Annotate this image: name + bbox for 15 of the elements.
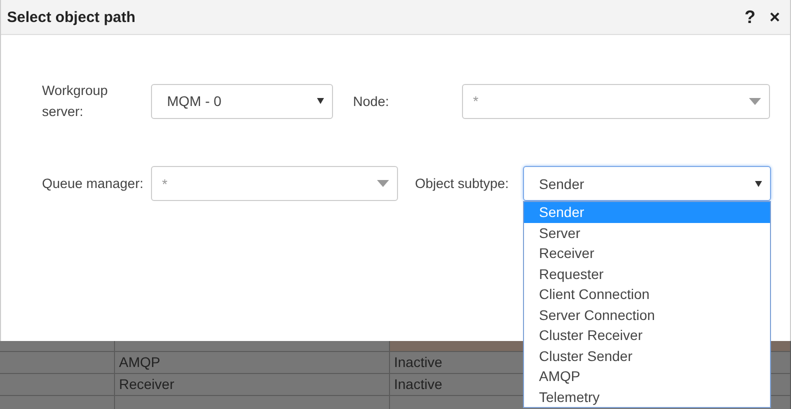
table-cell: Receiver: [115, 374, 390, 395]
field-label: Object subtype:: [415, 175, 510, 193]
table-cell: AMQP: [115, 352, 390, 373]
field-label: Queue manager:: [42, 175, 144, 193]
caret-icon: [749, 98, 761, 104]
field-label: Workgroup server:: [42, 82, 109, 121]
close-button[interactable]: ×: [765, 6, 784, 28]
dialog-title: Select object path: [7, 8, 136, 26]
caret-icon: [317, 98, 324, 104]
select-field[interactable]: MQM - 0: [151, 84, 333, 118]
caret-icon: [755, 180, 762, 186]
select-field[interactable]: Sender: [523, 166, 771, 201]
field-label: Node:: [353, 92, 390, 110]
help-button[interactable]: ?: [740, 6, 760, 28]
caret-icon: [377, 180, 389, 187]
